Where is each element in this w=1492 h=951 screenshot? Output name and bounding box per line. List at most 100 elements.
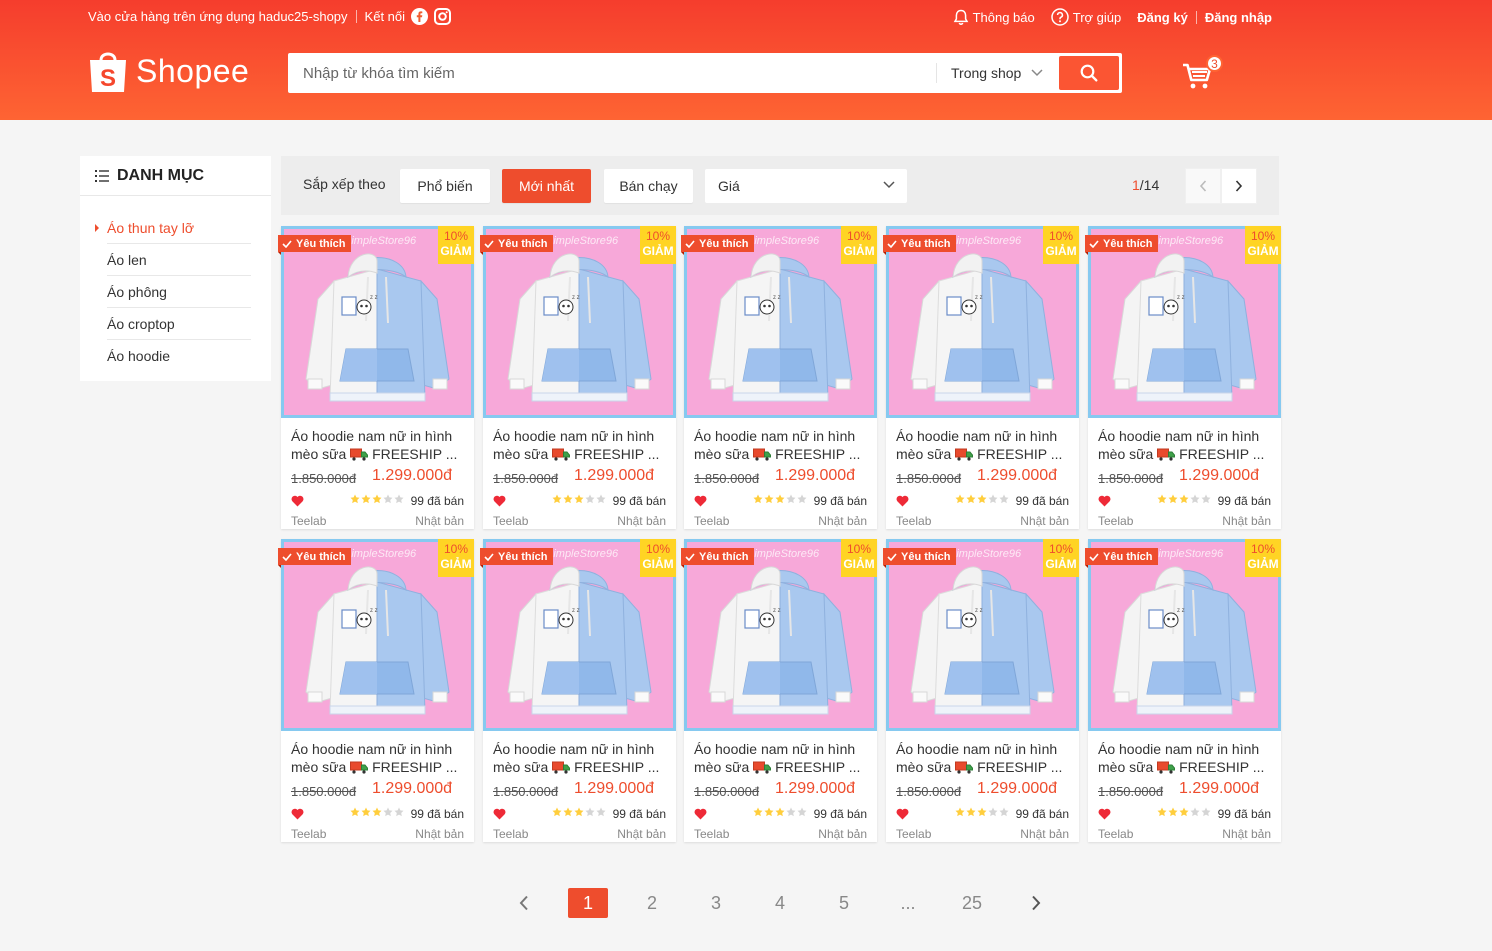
mini-next-page-button[interactable] [1221,168,1257,204]
search-scope-dropdown[interactable]: Trong shop [936,63,1054,83]
sold-count: 99 đã bán [1015,494,1069,508]
original-price: 1.850.000đ [291,784,357,799]
sale-price: 1.299.000đ [574,467,655,484]
sort-label: Sắp xếp theo [303,176,386,192]
search-scope-label: Trong shop [951,65,1022,81]
origin-location: Nhật bản [818,514,867,528]
like-button[interactable] [1098,494,1111,512]
product-card[interactable]: z z SimpleStore96 Yêu thích 10% GIẢM Áo … [480,539,676,842]
product-card[interactable]: z z SimpleStore96 Yêu thích 10% GIẢM Áo … [1085,226,1281,529]
star-icon [786,807,796,817]
brand-name: Teelab [1098,827,1134,841]
page-button-1[interactable]: 1 [568,888,608,918]
product-name[interactable]: Áo hoodie nam nữ in hình mèo sữa FREESHI… [291,427,466,463]
product-card[interactable]: z z SimpleStore96 Yêu thích 10% GIẢM Áo … [1085,539,1281,842]
product-name[interactable]: Áo hoodie nam nữ in hình mèo sữa FREESHI… [896,427,1071,463]
register-link[interactable]: Đăng ký [1137,10,1188,25]
product-name[interactable]: Áo hoodie nam nữ in hình mèo sữa FREESHI… [291,740,466,776]
product-card[interactable]: z z SimpleStore96 Yêu thích 10% GIẢM Áo … [480,226,676,529]
original-price: 1.850.000đ [493,471,559,486]
star-icon [753,494,763,504]
page-button-25[interactable]: 25 [952,888,992,918]
product-name[interactable]: Áo hoodie nam nữ in hình mèo sữa FREESHI… [694,740,869,776]
favorite-label: Yêu thích [699,550,749,563]
discount-badge: 10% GIẢM [1043,539,1079,577]
page-button-3[interactable]: 3 [696,888,736,918]
sort-price-dropdown[interactable]: Giá [705,169,907,203]
instagram-icon[interactable] [434,8,452,25]
chevron-down-icon [883,181,895,189]
facebook-icon[interactable] [411,8,429,25]
product-name[interactable]: Áo hoodie nam nữ in hình mèo sữa FREESHI… [694,427,869,463]
product-card[interactable]: z z SimpleStore96 Yêu thích 10% GIẢM Áo … [681,226,877,529]
sale-price: 1.299.000đ [977,467,1058,484]
discount-label: GIẢM [1247,244,1279,258]
original-price: 1.850.000đ [291,471,357,486]
sort-popular-button[interactable]: Phổ biến [400,169,490,203]
category-item-ao-thun-tay-lo[interactable]: Áo thun tay lỡ [95,212,251,244]
search-input[interactable] [288,53,933,93]
shopee-logo[interactable]: S Shopee [88,48,249,94]
page-button-4[interactable]: 4 [760,888,800,918]
page-button-5[interactable]: 5 [824,888,864,918]
mini-page-current: 1 [1132,177,1140,193]
star-icon [350,807,360,817]
sort-newest-button[interactable]: Mới nhất [502,169,591,203]
product-name[interactable]: Áo hoodie nam nữ in hình mèo sữa FREESHI… [493,427,668,463]
like-button[interactable] [1098,807,1111,825]
like-button[interactable] [694,807,707,825]
star-icon [361,494,371,504]
favorite-badge: Yêu thích [883,548,956,568]
like-button[interactable] [493,494,506,512]
discount-percent: 10% [443,542,469,556]
star-icon [394,494,404,504]
product-name-line2: mèo sữa [291,759,347,775]
product-name[interactable]: Áo hoodie nam nữ in hình mèo sữa FREESHI… [1098,740,1273,776]
truck-icon [753,761,772,774]
favorite-label: Yêu thích [699,237,749,250]
mini-prev-page-button[interactable] [1185,168,1221,204]
product-card[interactable]: z z SimpleStore96 Yêu thích 10% GIẢM Áo … [278,226,474,529]
image-watermark: SimpleStore96 [344,235,417,247]
next-page-button[interactable] [1016,888,1056,918]
prev-page-button[interactable] [504,888,544,918]
product-card[interactable]: z z SimpleStore96 Yêu thích 10% GIẢM Áo … [681,539,877,842]
favorite-badge: Yêu thích [883,235,956,255]
like-button[interactable] [896,494,909,512]
search-button[interactable] [1059,56,1119,90]
product-card[interactable]: z z SimpleStore96 Yêu thích 10% GIẢM Áo … [883,226,1079,529]
star-icon [596,807,606,817]
page-button-2[interactable]: 2 [632,888,672,918]
category-item-ao-hoodie[interactable]: Áo hoodie [107,340,251,372]
product-name[interactable]: Áo hoodie nam nữ in hình mèo sữa FREESHI… [1098,427,1273,463]
heart-icon [493,495,506,507]
original-price: 1.850.000đ [694,471,760,486]
like-button[interactable] [291,807,304,825]
divider [355,10,357,23]
notifications-link[interactable]: Thông báo [953,9,1035,26]
like-button[interactable] [291,494,304,512]
image-watermark: SimpleStore96 [546,235,619,247]
category-item-ao-len[interactable]: Áo len [107,244,251,276]
like-button[interactable] [694,494,707,512]
sort-bestseller-button[interactable]: Bán chạy [604,169,693,203]
category-item-ao-croptop[interactable]: Áo croptop [107,308,251,340]
category-item-ao-phong[interactable]: Áo phông [107,276,251,308]
app-store-link[interactable]: Vào cửa hàng trên ứng dụng haduc25-shopy [88,9,348,24]
like-button[interactable] [493,807,506,825]
product-card[interactable]: z z SimpleStore96 Yêu thích 10% GIẢM Áo … [278,539,474,842]
product-name[interactable]: Áo hoodie nam nữ in hình mèo sữa FREESHI… [896,740,1071,776]
product-name[interactable]: Áo hoodie nam nữ in hình mèo sữa FREESHI… [493,740,668,776]
svg-text:z z: z z [773,295,781,301]
product-card[interactable]: z z SimpleStore96 Yêu thích 10% GIẢM Áo … [883,539,1079,842]
like-button[interactable] [896,807,909,825]
brand-name: Teelab [291,514,327,528]
favorite-label: Yêu thích [498,550,548,563]
truck-icon [552,448,571,461]
help-link[interactable]: Trợ giúp [1050,8,1121,26]
login-link[interactable]: Đăng nhập [1205,10,1272,25]
product-name-line2: mèo sữa [291,446,347,462]
cart-button[interactable]: 3 [1182,55,1223,92]
star-icon [563,807,573,817]
discount-badge: 10% GIẢM [438,539,474,577]
